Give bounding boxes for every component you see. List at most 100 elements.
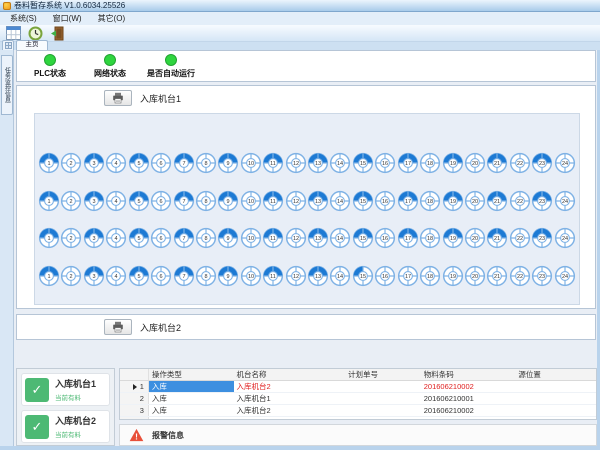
reel-slot-24: 24 <box>554 152 576 174</box>
window-title: 卷料暂存系统 V1.0.6034.25526 <box>14 0 125 12</box>
svg-text:18: 18 <box>427 274 433 280</box>
machine-card-title: 入库机台1 <box>55 377 96 390</box>
row-header: 2 <box>120 393 149 404</box>
svg-text:11: 11 <box>270 274 276 280</box>
print-button-machine2[interactable] <box>104 319 132 335</box>
svg-text:1: 1 <box>47 199 50 205</box>
menu-item-other[interactable]: 其它(O) <box>90 12 134 25</box>
svg-text:21: 21 <box>494 199 500 205</box>
svg-text:3: 3 <box>92 236 95 242</box>
svg-text:10: 10 <box>248 274 254 280</box>
printer-icon <box>112 321 124 333</box>
reel-slot-18: 18 <box>419 265 441 287</box>
svg-text:4: 4 <box>115 161 118 167</box>
svg-text:14: 14 <box>337 274 343 280</box>
menu-item-window[interactable]: 窗口(W) <box>45 12 90 25</box>
table-row-3[interactable]: 3入库入库机台2201606210002 <box>120 405 596 417</box>
machine1-panel: 入库机台1 1234567891011121314151617181920212… <box>16 85 596 309</box>
cell-计划单号 <box>345 405 421 416</box>
clock-button[interactable] <box>27 26 43 41</box>
tab-grid-mini[interactable] <box>2 40 14 50</box>
cell-操作类型: 入库 <box>149 393 234 404</box>
cell-源位置 <box>515 405 596 416</box>
svg-text:3: 3 <box>92 274 95 280</box>
reel-slot-3: 3 <box>83 265 105 287</box>
table-row-2[interactable]: 2入库入库机台1 201606210001 <box>120 393 596 405</box>
machine-status-cards: ✓入库机台1当前有料✓入库机台2当前有料 <box>16 368 115 446</box>
tab-home[interactable]: 主页 <box>16 40 48 50</box>
schedule-button[interactable] <box>5 26 21 41</box>
reel-slot-22: 22 <box>509 227 531 249</box>
alarm-label: 报警信息 <box>152 430 184 441</box>
task-table: 操作类型机台名称计划单号物料条码源位置1入库入库机台22016062100022… <box>119 368 597 420</box>
svg-text:12: 12 <box>293 274 299 280</box>
svg-text:7: 7 <box>182 236 185 242</box>
svg-text:4: 4 <box>115 274 118 280</box>
svg-text:8: 8 <box>204 274 207 280</box>
svg-text:14: 14 <box>337 199 343 205</box>
cell-机台名称: 入库机台2 <box>234 405 346 416</box>
menu-item-system[interactable]: 系统(S) <box>2 12 45 25</box>
table-row-4[interactable]: 4 <box>120 417 596 420</box>
column-header-5: 源位置 <box>515 369 596 380</box>
svg-text:18: 18 <box>427 161 433 167</box>
cell-源位置 <box>515 381 596 392</box>
title-bar: 卷料暂存系统 V1.0.6034.25526 <box>0 0 600 12</box>
svg-text:10: 10 <box>248 161 254 167</box>
cell-机台名称: 入库机台1 <box>234 393 346 404</box>
reel-slot-9: 9 <box>217 265 239 287</box>
cell-物料条码: 201606210001 <box>421 393 516 404</box>
svg-text:20: 20 <box>472 236 478 242</box>
reel-slot-6: 6 <box>150 265 172 287</box>
reel-slot-13: 13 <box>307 227 329 249</box>
svg-text:9: 9 <box>227 161 230 167</box>
reel-slot-12: 12 <box>285 152 307 174</box>
svg-text:15: 15 <box>360 199 366 205</box>
reel-slot-13: 13 <box>307 152 329 174</box>
reel-slot-9: 9 <box>217 152 239 174</box>
svg-text:1: 1 <box>47 161 50 167</box>
reel-slot-8: 8 <box>195 152 217 174</box>
cell-源位置 <box>515 393 596 404</box>
reel-slot-13: 13 <box>307 265 329 287</box>
svg-text:11: 11 <box>270 236 276 242</box>
svg-text:6: 6 <box>160 161 163 167</box>
svg-text:19: 19 <box>450 161 456 167</box>
cell-物料条码: 201606210002 <box>421 381 516 392</box>
status-indicator-1: 网络状态 <box>87 54 133 79</box>
reel-slot-1: 1 <box>38 152 60 174</box>
reel-slot-21: 21 <box>486 265 508 287</box>
reel-slot-23: 23 <box>531 152 553 174</box>
reel-slot-1: 1 <box>38 190 60 212</box>
row-header: 4 <box>120 417 149 420</box>
table-row-1[interactable]: 1入库入库机台2201606210002 <box>120 381 596 393</box>
status-indicator-label: PLC状态 <box>34 68 66 79</box>
reel-slot-20: 20 <box>464 265 486 287</box>
status-lamp <box>104 54 116 66</box>
reel-slot-22: 22 <box>509 152 531 174</box>
reel-slot-8: 8 <box>195 227 217 249</box>
slot-row-2: 123456789101112131415161718192021222324 <box>38 190 576 212</box>
machine-card-status: 当前有料 <box>55 429 96 439</box>
app-window: 卷料暂存系统 V1.0.6034.25526 系统(S)窗口(W)其它(O) <box>0 0 600 450</box>
print-button-machine1[interactable] <box>104 90 132 106</box>
slot-grid: 1234567891011121314151617181920212223241… <box>34 113 580 305</box>
exit-button[interactable] <box>49 26 65 41</box>
side-dock-tab[interactable]: 任务监控信息 <box>1 55 13 115</box>
reel-slot-18: 18 <box>419 190 441 212</box>
svg-text:9: 9 <box>227 274 230 280</box>
svg-text:5: 5 <box>137 274 140 280</box>
reel-slot-3: 3 <box>83 227 105 249</box>
reel-slot-20: 20 <box>464 152 486 174</box>
svg-text:1: 1 <box>47 236 50 242</box>
reel-slot-20: 20 <box>464 190 486 212</box>
reel-slot-5: 5 <box>128 265 150 287</box>
cell-机台名称 <box>234 417 346 420</box>
machine2-title: 入库机台2 <box>140 321 181 334</box>
reel-slot-24: 24 <box>554 265 576 287</box>
tab-strip <box>0 42 600 50</box>
reel-slot-21: 21 <box>486 152 508 174</box>
svg-text:13: 13 <box>315 161 321 167</box>
reel-slot-6: 6 <box>150 190 172 212</box>
svg-text:16: 16 <box>382 161 388 167</box>
